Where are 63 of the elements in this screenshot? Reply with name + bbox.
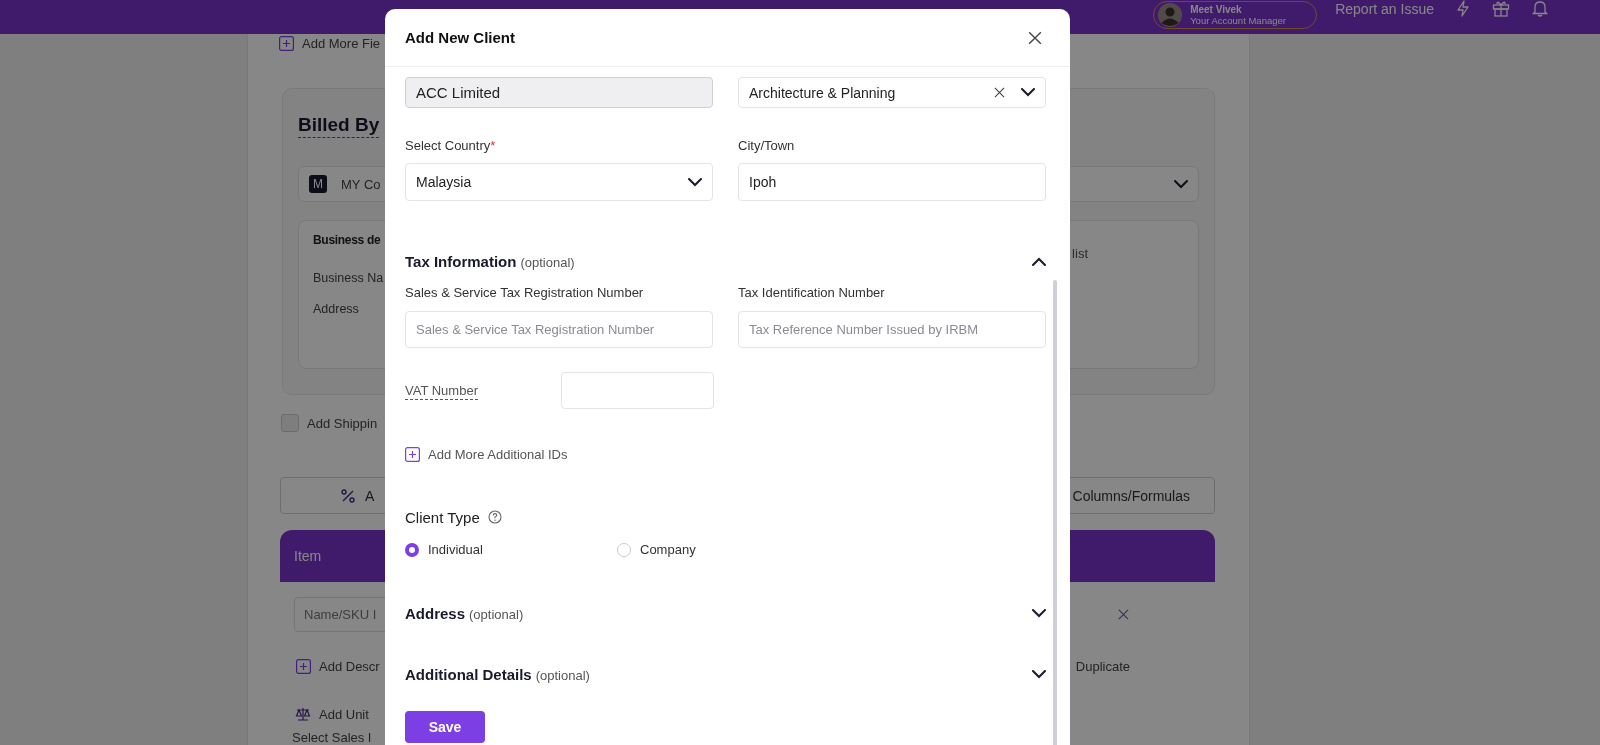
text-field[interactable]: Ipoh [738,163,1046,201]
section-header[interactable]: Additional Details (optional) [405,659,1046,689]
tax-number-field[interactable]: Sales & Service Tax Registration Number [405,311,713,348]
avatar [1158,3,1183,27]
chevron-icon [1174,179,1188,189]
shipping-checkbox[interactable] [281,414,299,432]
section-title: Address (optional) [405,604,524,622]
chevron-icon [1021,88,1035,97]
plus-icon [405,446,420,462]
chevron-up-icon [1032,256,1046,266]
account-manager-role: Your Account Manager [1190,15,1286,26]
business-badge: M [309,175,327,193]
client-type-option[interactable]: Individual [405,542,617,557]
section-title: Additional Details (optional) [405,665,590,683]
chevron-icon [1032,669,1046,679]
detail-label: Business Na [313,271,384,285]
help-icon[interactable] [487,510,502,524]
field-label: Select Country* [405,138,497,154]
list-link[interactable]: list [1072,246,1088,368]
field-label: Sales & Service Tax Registration Number [405,285,645,301]
detail-label: Address [313,302,360,316]
billed-by-title: Billed By [298,113,380,138]
add-description-link[interactable]: Add Descr [319,658,380,674]
add-ids-link[interactable]: Add More Additional IDs [428,446,568,462]
vat-label: VAT Number [405,383,478,400]
select-field[interactable]: Malaysia [405,163,713,201]
close-icon [1028,30,1042,45]
close-icon[interactable] [1118,609,1129,620]
clear-icon[interactable] [994,87,1005,98]
business-details-title: Business de [313,233,382,247]
plus-icon [296,658,311,674]
scrollbar[interactable] [1053,280,1057,745]
section-header[interactable]: Tax Information (optional) [405,246,1046,276]
bell-icon[interactable] [1532,0,1548,17]
column-header: Item [294,548,322,564]
save-button[interactable]: Save [405,711,485,743]
section-title: Tax Information (optional) [405,252,575,270]
chevron-icon [688,177,702,187]
tax-number-field[interactable]: Tax Reference Number Issued by IRBM [738,311,1046,348]
radio-button[interactable] [405,542,419,557]
report-issue-link[interactable]: Report an Issue [1335,1,1434,17]
percent-icon [341,488,355,503]
client-type-option[interactable]: Company [617,542,696,557]
gift-icon[interactable] [1492,0,1510,17]
close-button[interactable] [1028,30,1042,45]
lightning-icon[interactable] [1456,0,1470,17]
scale-icon [295,707,311,721]
section-header[interactable]: Address (optional) [405,598,1046,628]
duplicate-link[interactable]: Duplicate [1075,658,1130,674]
select-field[interactable]: Architecture & Planning [738,77,1046,108]
field-label: City/Town [738,138,796,154]
sales-label: Select Sales I [291,730,373,745]
chevron-icon [1032,608,1046,618]
add-fields-link[interactable]: Add More Fie [302,35,381,51]
field-label: Tax Identification Number [738,285,886,301]
business-name: MY Co [341,176,381,192]
shipping-label: Add Shippin [307,415,378,431]
dialog-title: Add New Client [405,29,515,46]
client-type-label: Client Type [405,508,480,526]
account-manager-name: Meet Vivek [1190,4,1243,15]
vat-field[interactable] [561,372,714,409]
add-unit-link[interactable]: Add Unit [319,706,369,722]
plus-icon [279,35,294,51]
